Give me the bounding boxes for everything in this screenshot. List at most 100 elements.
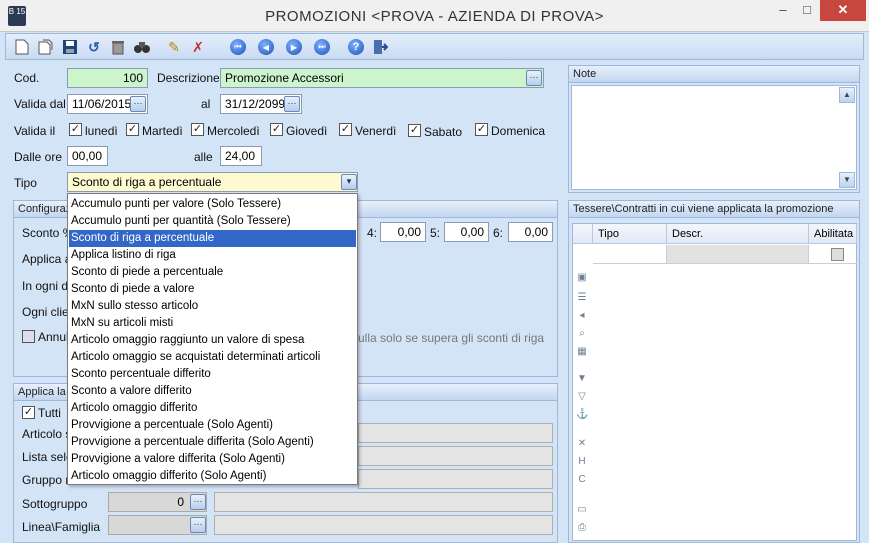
mercoledi-checkbox[interactable]: ✓ (191, 123, 204, 136)
exit-icon[interactable] (370, 37, 390, 57)
undo-icon[interactable]: ↺ (84, 37, 104, 57)
grid-filter-icon[interactable]: ▽ (576, 391, 588, 403)
window-title: PROMOZIONI <PROVA - AZIENDA DI PROVA> (265, 8, 604, 25)
descrizione-field[interactable]: Promozione Accessori (220, 68, 544, 88)
dropdown-option[interactable]: Accumulo punti per valore (Solo Tessere) (69, 196, 356, 213)
grid-add-icon[interactable]: ▣ (576, 272, 588, 284)
dropdown-option[interactable]: Provvigione a percentuale differita (Sol… (69, 434, 356, 451)
articolo-label: Articolo s (22, 427, 72, 441)
cod-field[interactable]: 100 (67, 68, 148, 88)
dropdown-option[interactable]: Accumulo punti per quantità (Solo Tesser… (69, 213, 356, 230)
minimize-button[interactable]: – (770, 0, 796, 21)
maximize-button[interactable]: □ (794, 0, 820, 21)
dropdown-option[interactable]: Sconto di riga a percentuale (69, 230, 356, 247)
sconto-6-field[interactable]: 0,00 (508, 222, 553, 242)
dropdown-option[interactable]: MxN su articoli misti (69, 315, 356, 332)
chevron-down-icon[interactable]: ▾ (341, 174, 357, 190)
tipo-select[interactable]: Sconto di riga a percentuale (67, 172, 358, 192)
tutti-checkbox[interactable]: ✓ (22, 406, 35, 419)
apply-filter-icon[interactable]: ✎ (164, 37, 184, 57)
dropdown-option[interactable]: Articolo omaggio raggiunto un valore di … (69, 332, 356, 349)
sottogruppo-ellipsis-button[interactable]: ··· (190, 494, 206, 510)
annulla-checkbox[interactable] (22, 330, 35, 343)
sconto-4-field[interactable]: 0,00 (380, 222, 426, 242)
dropdown-option[interactable]: Provvigione a valore differita (Solo Age… (69, 451, 356, 468)
dropdown-option[interactable]: Articolo omaggio se acquistati determina… (69, 349, 356, 366)
help-icon[interactable]: ? (346, 37, 366, 57)
lunedi-label: lunedì (85, 124, 118, 138)
sabato-label: Sabato (424, 125, 463, 139)
lunedi-checkbox[interactable]: ✓ (69, 123, 82, 136)
valida-dal-ellipsis-button[interactable]: ··· (130, 96, 146, 112)
toolbar: ↺ ✎ ✗ ⏮ ◀ ▶ ⏭ ? (5, 33, 864, 60)
alle-field[interactable]: 24,00 (220, 146, 262, 166)
linea-famiglia-label: Linea\Famiglia (22, 520, 101, 534)
title-bar: B 15 PROMOZIONI <PROVA - AZIENDA DI PROV… (0, 0, 869, 32)
new-document-icon[interactable] (12, 37, 32, 57)
grid-export-icon[interactable]: ▭ (576, 504, 588, 516)
grid-header-descr[interactable]: Descr. (667, 224, 809, 244)
next-record-icon[interactable]: ▶ (284, 37, 304, 57)
grid-calc-icon[interactable]: ▦ (576, 346, 588, 358)
grid-header-tipo[interactable]: Tipo (593, 224, 667, 244)
venerdi-label: Venerdì (355, 124, 397, 138)
dropdown-option[interactable]: Applica listino di riga (69, 247, 356, 264)
martedi-label: Martedì (142, 124, 183, 138)
giovedi-checkbox[interactable]: ✓ (270, 123, 283, 136)
last-record-icon[interactable]: ⏭ (312, 37, 332, 57)
remove-filter-icon[interactable]: ✗ (188, 37, 208, 57)
grid-cell-abilitata[interactable] (809, 245, 857, 264)
abilitata-checkbox[interactable] (831, 248, 844, 261)
descrizione-ellipsis-button[interactable]: ··· (526, 70, 542, 86)
dropdown-option[interactable]: MxN sullo stesso articolo (69, 298, 356, 315)
al-label: al (201, 97, 211, 111)
sconto-5-field[interactable]: 0,00 (444, 222, 489, 242)
note-scroll-up-button[interactable]: ▲ (839, 87, 855, 103)
giovedi-label: Giovedì (286, 124, 328, 138)
dropdown-option[interactable]: Sconto di piede a valore (69, 281, 356, 298)
note-scroll-down-button[interactable]: ▼ (839, 172, 855, 188)
grid-cell-tipo[interactable] (593, 245, 667, 264)
al-ellipsis-button[interactable]: ··· (284, 96, 300, 112)
dalle-ore-label: Dalle ore (14, 150, 63, 164)
close-button[interactable]: ✕ (820, 0, 866, 21)
grid-cell-descr (667, 245, 809, 264)
sconto-5-label: 5: (430, 226, 441, 240)
lista-field (358, 446, 553, 466)
grid-search-icon[interactable]: ⌕ (576, 328, 588, 340)
dropdown-option[interactable]: Articolo omaggio differito (69, 400, 356, 417)
venerdi-checkbox[interactable]: ✓ (339, 123, 352, 136)
dropdown-option[interactable]: Sconto di piede a percentuale (69, 264, 356, 281)
lista-label: Lista sele (22, 450, 73, 464)
grid-print-icon[interactable]: ⎙ (576, 522, 588, 534)
sottogruppo-label: Sottogruppo (22, 497, 88, 511)
domenica-checkbox[interactable]: ✓ (475, 123, 488, 136)
previous-record-icon[interactable]: ◀ (256, 37, 276, 57)
dropdown-option[interactable]: Provvigione a percentuale (Solo Agenti) (69, 417, 356, 434)
grid-filter-add-icon[interactable]: ▼ (576, 373, 588, 385)
grid-hide-column-icon[interactable]: H (576, 456, 588, 468)
save-icon[interactable] (60, 37, 80, 57)
annulla-hint: ulla solo se supera gli sconti di riga (358, 331, 545, 345)
articolo-field (358, 423, 553, 443)
linea-famiglia-ellipsis-button[interactable]: ··· (190, 517, 206, 533)
search-binoculars-icon[interactable] (132, 37, 152, 57)
dropdown-option[interactable]: Sconto percentuale differito (69, 366, 356, 383)
first-record-icon[interactable]: ⏮ (228, 37, 248, 57)
dropdown-option[interactable]: Articolo omaggio differito (Solo Agenti) (69, 468, 356, 485)
grid-header-abilitata[interactable]: Abilitata (809, 224, 857, 244)
note-textarea[interactable] (571, 85, 857, 190)
grid-column-c-icon[interactable]: C (576, 474, 588, 486)
sabato-checkbox[interactable]: ✓ (408, 124, 421, 137)
martedi-checkbox[interactable]: ✓ (126, 123, 139, 136)
grid-insert-icon[interactable]: ◂ (576, 310, 588, 322)
copy-document-icon[interactable] (36, 37, 56, 57)
dalle-ore-field[interactable]: 00,00 (67, 146, 108, 166)
descrizione-label: Descrizione (157, 71, 220, 85)
delete-icon[interactable] (108, 37, 128, 57)
grid-anchor-icon[interactable]: ⚓ (576, 409, 588, 421)
dropdown-option[interactable]: Sconto a valore differito (69, 383, 356, 400)
grid-list-icon[interactable]: ☰ (576, 292, 588, 304)
sottogruppo-descr-field (214, 492, 553, 512)
grid-delete-column-icon[interactable]: ✕ (576, 438, 588, 450)
